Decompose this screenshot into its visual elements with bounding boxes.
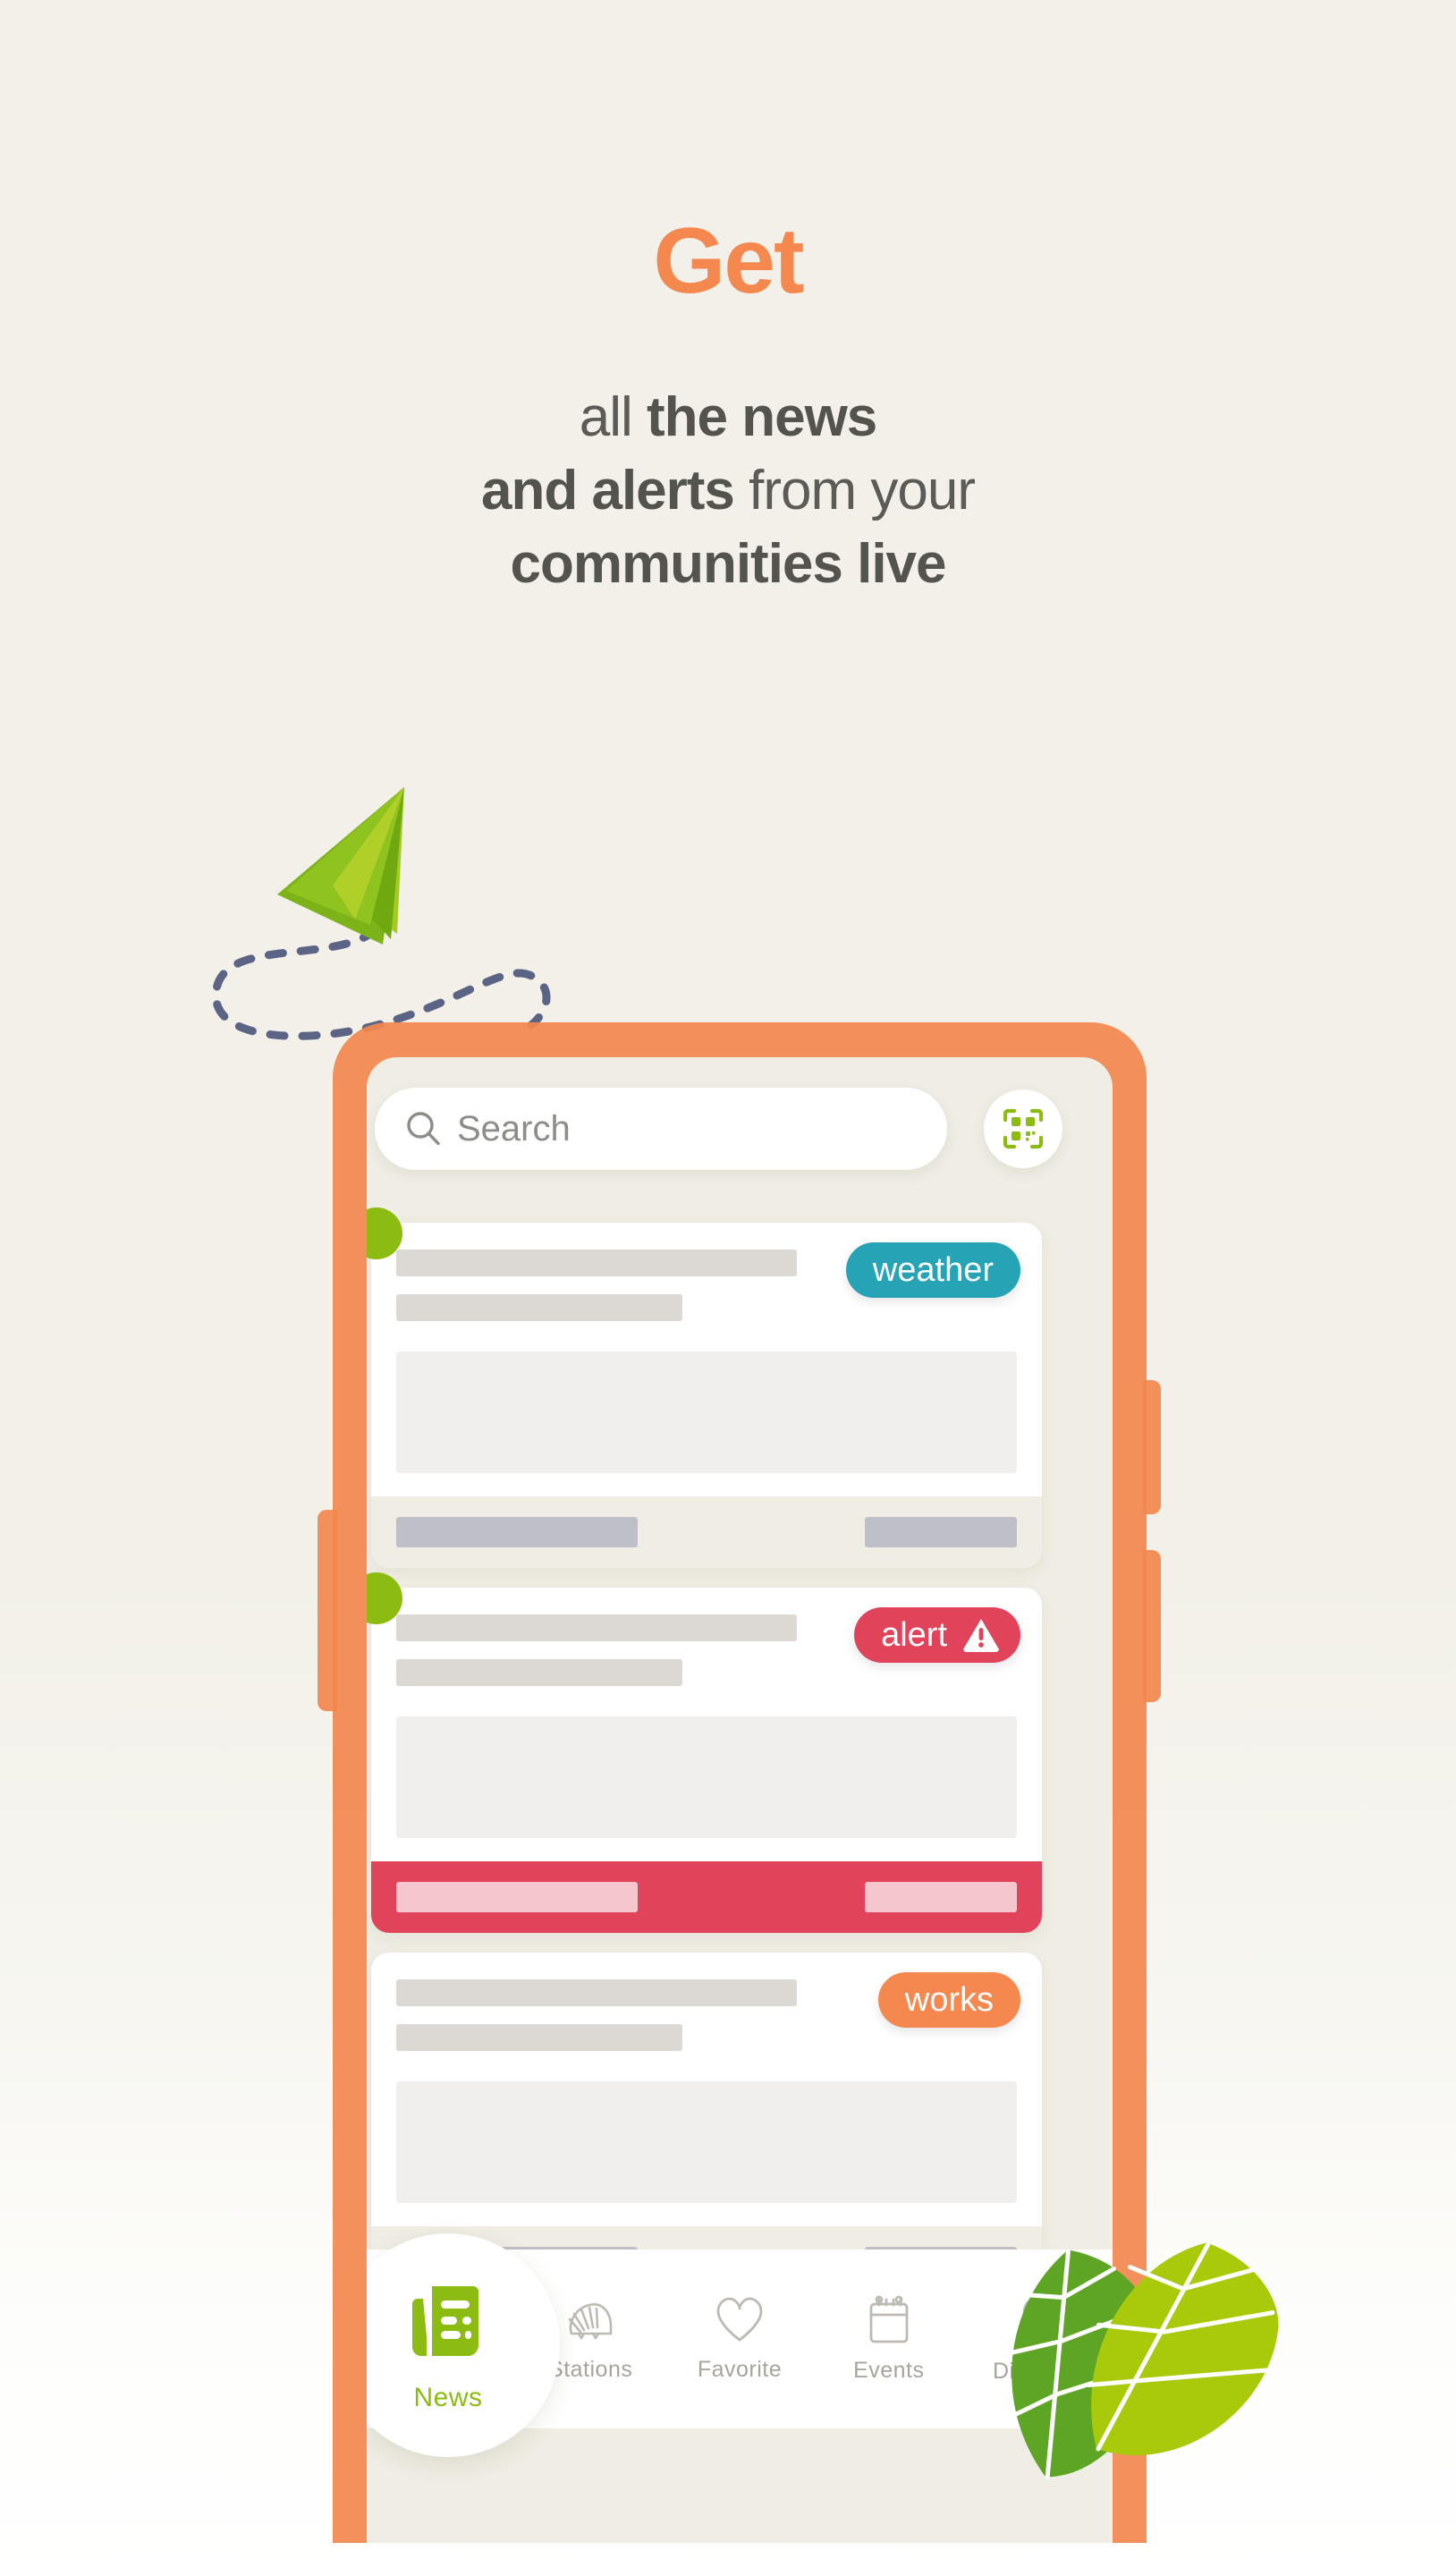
newspaper-icon bbox=[412, 2286, 478, 2356]
footer-meta-left bbox=[396, 1882, 638, 1912]
nav-item-favorite[interactable]: Favorite bbox=[665, 2296, 815, 2383]
news-card-alert[interactable]: alert bbox=[371, 1588, 1042, 1933]
search-placeholder-text: Search bbox=[457, 1108, 571, 1148]
dashed-loop-trail bbox=[211, 926, 551, 1040]
nav-label: News bbox=[413, 2383, 483, 2412]
badge-label: works bbox=[904, 1980, 994, 2019]
card-subtitle-placeholder bbox=[396, 1294, 682, 1321]
subtitle-line2-regular: from your bbox=[733, 459, 976, 521]
card-subtitle-placeholder bbox=[396, 1659, 682, 1686]
subtitle-line-3: communities live bbox=[510, 532, 946, 595]
subtitle-line1-regular: all bbox=[579, 386, 647, 448]
phone-side-button-left[interactable] bbox=[317, 1510, 337, 1711]
status-badge-works[interactable]: works bbox=[877, 1972, 1020, 2028]
subtitle-line-1: all the news bbox=[579, 386, 878, 448]
calendar-icon bbox=[869, 2295, 909, 2343]
heart-icon bbox=[716, 2297, 763, 2341]
search-input[interactable]: Search bbox=[375, 1088, 947, 1170]
card-subtitle-placeholder bbox=[396, 2024, 682, 2051]
subtitle-line2-bold: and alerts bbox=[481, 459, 735, 521]
qr-scan-button[interactable] bbox=[984, 1089, 1062, 1168]
card-title-placeholder bbox=[396, 1250, 797, 1276]
status-badge-weather[interactable]: weather bbox=[845, 1242, 1020, 1298]
badge-label: alert bbox=[881, 1615, 947, 1654]
leaves-decoration bbox=[999, 2242, 1279, 2479]
headline-section: Get all the news and alerts from your co… bbox=[0, 0, 1456, 600]
nav-label: Events bbox=[853, 2357, 925, 2383]
card-body-placeholder bbox=[396, 1352, 1017, 1473]
nav-item-events[interactable]: Events bbox=[814, 2295, 963, 2384]
badge-label: weather bbox=[872, 1250, 994, 1289]
card-footer bbox=[371, 1496, 1042, 1568]
warning-triangle-icon bbox=[961, 1616, 1001, 1654]
card-content: weather bbox=[371, 1223, 1042, 1496]
footer-meta-left bbox=[396, 1517, 638, 1547]
footer-meta-right bbox=[865, 1517, 1017, 1547]
phone-side-button-right-upper[interactable] bbox=[1143, 1380, 1161, 1514]
qr-scan-icon bbox=[1003, 1108, 1044, 1149]
subtitle-line-2: and alerts from your bbox=[481, 459, 976, 521]
search-row: Search bbox=[367, 1088, 1113, 1170]
hedgehog-icon bbox=[568, 2302, 613, 2339]
card-title-placeholder bbox=[396, 1979, 797, 2006]
card-content: works bbox=[371, 1953, 1042, 2226]
card-body-placeholder bbox=[396, 1716, 1017, 1838]
nav-label: Stations bbox=[548, 2356, 633, 2382]
card-body-placeholder bbox=[396, 2081, 1017, 2203]
phone-side-button-right-lower[interactable] bbox=[1143, 1550, 1161, 1702]
paper-plane-decoration bbox=[211, 787, 551, 1040]
subtitle-line1-bold: the news bbox=[646, 386, 877, 448]
footer-meta-right bbox=[865, 1882, 1017, 1912]
nav-label: Favorite bbox=[697, 2356, 783, 2382]
news-card-weather[interactable]: weather bbox=[371, 1223, 1042, 1568]
card-title-placeholder bbox=[396, 1614, 797, 1641]
subtitle-line3-bold: communities live bbox=[510, 532, 946, 595]
card-footer-danger bbox=[371, 1861, 1042, 1933]
status-badge-alert[interactable]: alert bbox=[854, 1607, 1020, 1663]
headline-subtitle: all the news and alerts from your commun… bbox=[0, 381, 1456, 600]
search-icon bbox=[407, 1112, 440, 1146]
headline-accent-word: Get bbox=[653, 209, 804, 313]
card-content: alert bbox=[371, 1588, 1042, 1861]
